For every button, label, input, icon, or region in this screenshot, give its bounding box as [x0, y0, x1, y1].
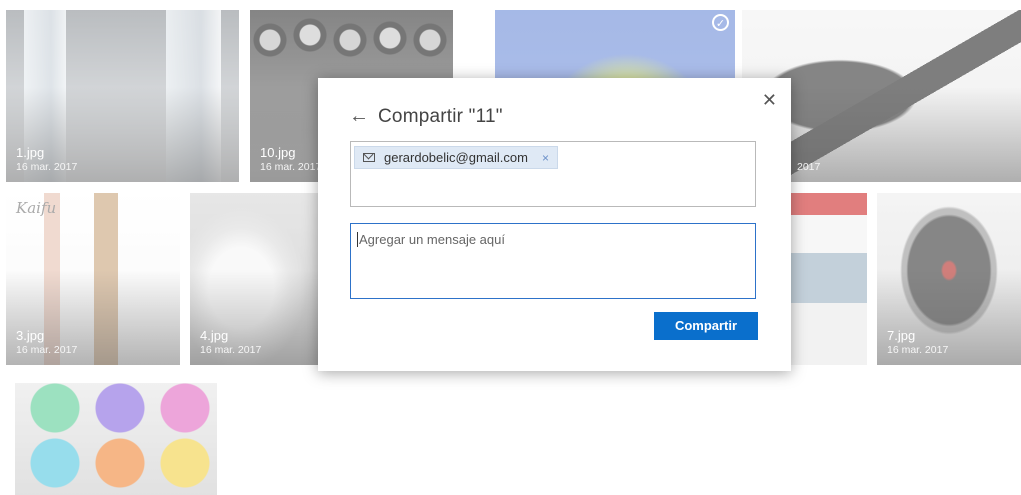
- recipient-email: gerardobelic@gmail.com: [384, 150, 528, 165]
- share-dialog: ✕ ← Compartir "11" gerardobelic@gmail.co…: [318, 78, 791, 371]
- dialog-header: ← Compartir "11": [349, 105, 503, 128]
- dialog-title: Compartir "11": [378, 105, 503, 127]
- recipient-chip[interactable]: gerardobelic@gmail.com ×: [354, 146, 558, 169]
- mail-icon: [363, 153, 375, 162]
- share-button[interactable]: Compartir: [654, 312, 758, 340]
- message-placeholder: Agregar un mensaje aquí: [359, 232, 505, 247]
- arrow-left-icon[interactable]: ←: [349, 105, 369, 128]
- close-icon[interactable]: ✕: [762, 91, 777, 109]
- message-field[interactable]: Agregar un mensaje aquí: [350, 223, 756, 299]
- recipients-field[interactable]: gerardobelic@gmail.com ×: [350, 141, 756, 207]
- remove-recipient-icon[interactable]: ×: [542, 151, 549, 165]
- text-caret: [357, 232, 358, 247]
